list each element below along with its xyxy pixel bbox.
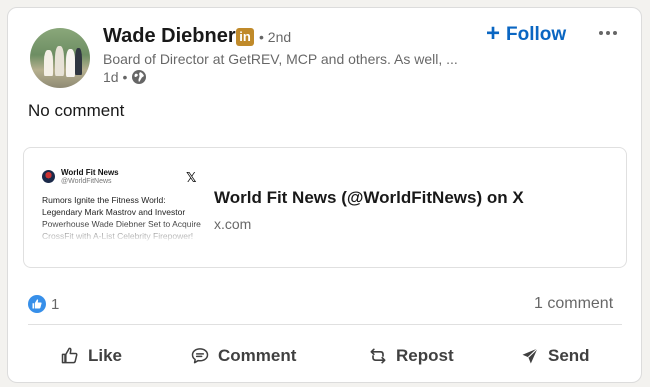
repost-icon (370, 348, 386, 364)
reactions-summary[interactable]: 1 (28, 295, 59, 313)
divider (28, 324, 622, 325)
post-meta: 1d • (103, 69, 147, 85)
link-preview-thumbnail: World Fit News @WorldFitNews 𝕏 Rumors Ig… (38, 166, 208, 252)
post-card: Wade Diebner in • 2nd Board of Director … (7, 7, 642, 383)
send-label: Send (548, 346, 590, 365)
link-preview-card[interactable]: World Fit News @WorldFitNews 𝕏 Rumors Ig… (23, 147, 627, 268)
x-logo-icon: 𝕏 (186, 170, 197, 185)
thumb-tweet-text: Rumors Ignite the Fitness World: Legenda… (42, 195, 201, 241)
author-avatar[interactable] (30, 28, 90, 88)
link-preview-domain: x.com (214, 216, 252, 232)
avatar-figure (55, 46, 64, 76)
comment-button[interactable]: Comment (190, 336, 296, 376)
plus-icon: + (486, 20, 501, 47)
avatar-figure (75, 48, 82, 75)
send-button[interactable]: Send (520, 336, 590, 376)
repost-button[interactable]: Repost (368, 336, 454, 376)
thumb-account-handle: @WorldFitNews (61, 178, 112, 185)
repost-label: Repost (396, 346, 454, 365)
thumb-account-name: World Fit News (61, 168, 119, 177)
source-avatar (42, 170, 55, 183)
avatar-figure (66, 49, 75, 77)
post-timestamp: 1d • (103, 69, 128, 85)
thumbs-up-icon (61, 347, 78, 364)
connection-degree: • 2nd (259, 29, 292, 45)
ellipsis-icon (599, 31, 603, 35)
comment-icon (191, 348, 209, 364)
reaction-count: 1 (51, 295, 60, 313)
like-reaction-icon (28, 295, 46, 313)
comments-count-link[interactable]: 1 comment (534, 295, 613, 313)
like-label: Like (88, 346, 123, 365)
action-bar: Like Comment Repost Send (8, 336, 643, 376)
comment-label: Comment (218, 346, 297, 365)
follow-button[interactable]: + Follow (486, 22, 566, 48)
author-headline[interactable]: Board of Director at GetREV, MCP and oth… (103, 51, 483, 67)
send-icon (522, 348, 538, 364)
author-name[interactable]: Wade Diebner (103, 25, 236, 48)
globe-icon (132, 70, 147, 84)
like-button[interactable]: Like (60, 336, 122, 376)
premium-badge-icon: in (236, 28, 254, 46)
link-preview-title[interactable]: World Fit News (@WorldFitNews) on X (214, 188, 524, 208)
more-options-button[interactable] (595, 22, 621, 44)
follow-label: Follow (506, 24, 567, 45)
post-text: No comment (28, 101, 125, 120)
avatar-figure (44, 50, 53, 76)
